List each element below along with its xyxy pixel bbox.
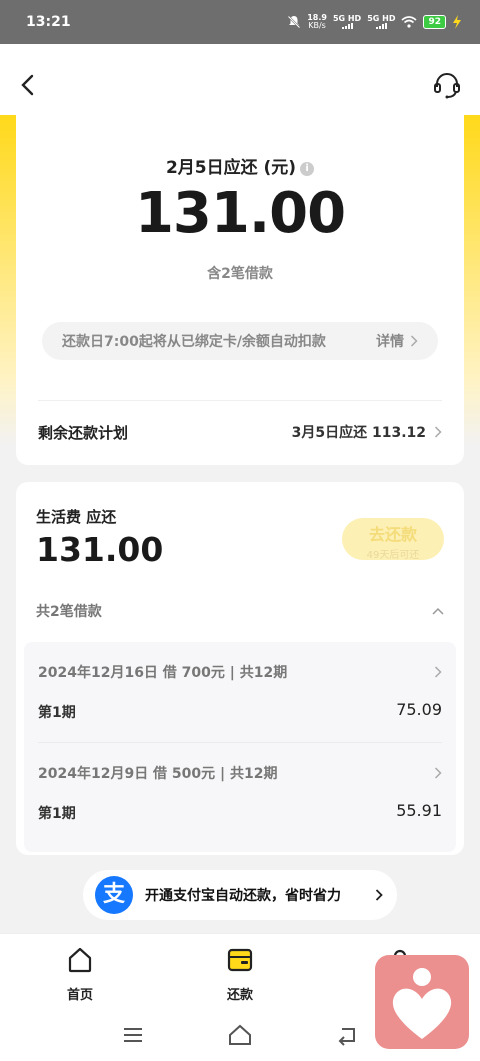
status-icons: 18.9 KB/s 5G HD 5G HD 92 bbox=[287, 14, 462, 30]
loan-item[interactable]: 2024年12月16日 借 700元 | 共12期 第1期 75.09 bbox=[38, 642, 442, 742]
loan-list: 2024年12月16日 借 700元 | 共12期 第1期 75.09 2024… bbox=[24, 642, 456, 852]
chevron-right-icon bbox=[410, 335, 418, 347]
chevron-right-icon bbox=[434, 426, 442, 438]
nav-home-label: 首页 bbox=[66, 988, 93, 1003]
due-amount: 131.00 bbox=[134, 181, 346, 246]
alipay-autopay-banner[interactable]: 支 开通支付宝自动还款，省时省力 bbox=[83, 870, 397, 920]
chevron-up-icon[interactable] bbox=[432, 607, 444, 615]
home-nav-icon[interactable] bbox=[227, 1022, 253, 1048]
loan-item-head: 2024年12月9日 借 500元 | 共12期 bbox=[38, 763, 442, 783]
back-chevron-icon[interactable] bbox=[18, 74, 38, 96]
loans-header[interactable]: 共2笔借款 bbox=[36, 600, 444, 622]
loan-item-head: 2024年12月16日 借 700元 | 共12期 bbox=[38, 662, 442, 682]
menu-icon[interactable] bbox=[120, 1022, 146, 1048]
status-time: 13:21 bbox=[26, 14, 71, 30]
alipay-icon: 支 bbox=[95, 876, 133, 914]
wallet-icon bbox=[227, 948, 253, 972]
nav-repay-label: 还款 bbox=[226, 988, 253, 1003]
due-summary-card: 2月5日应还 (元) i 131.00 含2笔借款 还款日7:00起将从已绑定卡/… bbox=[16, 115, 464, 465]
loan-item-period: 第1期 bbox=[38, 705, 76, 721]
living-expense-card: 生活费 应还 131.00 去还款 49天后可还 共2笔借款 2024年12月1… bbox=[16, 482, 464, 855]
home-icon bbox=[68, 947, 92, 973]
remaining-plan-value: 3月5日应还 113.12 bbox=[292, 422, 442, 442]
remaining-plan-row[interactable]: 剩余还款计划 3月5日应还 113.12 bbox=[38, 415, 442, 449]
living-amount: 131.00 bbox=[36, 530, 164, 569]
top-header bbox=[0, 44, 480, 120]
living-title: 生活费 应还 bbox=[36, 508, 117, 526]
loan-count: 含2笔借款 bbox=[207, 266, 273, 282]
repay-button[interactable]: 去还款 49天后可还 bbox=[342, 518, 444, 561]
headset-icon[interactable] bbox=[432, 70, 462, 100]
heart-icon bbox=[392, 968, 452, 1039]
loan-item-amount: 75.09 bbox=[396, 700, 442, 719]
alipay-banner-text: 开通支付宝自动还款，省时省力 bbox=[145, 888, 341, 904]
nav-home[interactable]: 首页 bbox=[40, 946, 120, 1003]
chevron-right-icon bbox=[434, 666, 442, 678]
network-speed: 18.9 KB/s bbox=[307, 13, 327, 30]
back-nav-icon[interactable] bbox=[334, 1022, 360, 1048]
chevron-right-icon bbox=[434, 767, 442, 779]
nav-repay[interactable]: 还款 bbox=[200, 946, 280, 1003]
remaining-plan-label: 剩余还款计划 bbox=[38, 423, 129, 442]
wifi-icon bbox=[401, 16, 417, 28]
battery-indicator: 92 bbox=[423, 15, 446, 29]
status-bar: 13:21 18.9 KB/s 5G HD 5G HD 92 bbox=[0, 0, 480, 44]
repay-button-sub: 49天后可还 bbox=[366, 550, 420, 561]
loan-item-period: 第1期 bbox=[38, 806, 76, 822]
floating-widget[interactable] bbox=[375, 955, 469, 1049]
autopay-detail-link[interactable]: 详情 bbox=[376, 331, 418, 351]
charging-icon bbox=[453, 15, 461, 29]
info-icon[interactable]: i bbox=[300, 162, 315, 176]
divider bbox=[38, 400, 442, 401]
loan-item[interactable]: 2024年12月9日 借 500元 | 共12期 第1期 55.91 bbox=[38, 743, 442, 843]
autopay-tip[interactable]: 还款日7:00起将从已绑定卡/余额自动扣款 详情 bbox=[42, 322, 438, 360]
loan-item-amount: 55.91 bbox=[396, 801, 442, 820]
mute-bell-icon bbox=[287, 15, 301, 29]
chevron-right-icon bbox=[375, 889, 383, 901]
yellow-accent-right bbox=[464, 115, 480, 445]
repay-button-label: 去还款 bbox=[368, 525, 417, 544]
autopay-tip-text: 还款日7:00起将从已绑定卡/余额自动扣款 bbox=[62, 334, 326, 350]
sim2-signal: 5G HD bbox=[367, 15, 395, 29]
sim1-signal: 5G HD bbox=[333, 15, 361, 29]
yellow-accent-left bbox=[0, 115, 16, 445]
due-title: 2月5日应还 (元) i bbox=[16, 153, 464, 178]
